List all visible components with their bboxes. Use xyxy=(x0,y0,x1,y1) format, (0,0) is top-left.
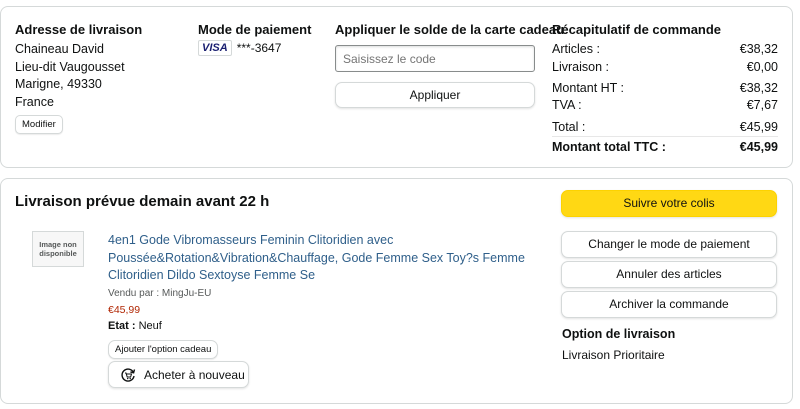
recap-label: Livraison : xyxy=(552,60,609,74)
seller-label: Vendu par : MingJu-EU xyxy=(108,288,212,299)
recap-label: TVA : xyxy=(552,98,582,112)
image-unavailable-label: Image non disponible xyxy=(39,240,77,258)
buy-again-label: Acheter à nouveau xyxy=(144,367,245,382)
recap-row-vat: TVA : €7,67 xyxy=(552,98,778,112)
recap-row-articles: Articles : €38,32 xyxy=(552,42,778,56)
shipping-address-section: Adresse de livraison Chaineau David Lieu… xyxy=(15,22,142,134)
cancel-items-button[interactable]: Annuler des articles xyxy=(561,261,777,288)
product-price: €45,99 xyxy=(108,304,141,316)
recap-value: €38,32 xyxy=(739,42,778,56)
product-image-placeholder[interactable]: Image non disponible xyxy=(32,231,84,267)
archive-order-button[interactable]: Archiver la commande xyxy=(561,291,777,318)
gift-card-code-input[interactable] xyxy=(335,45,535,72)
address-line: Chaineau David xyxy=(15,42,104,56)
recap-value: €7,67 xyxy=(746,98,778,112)
payment-method-section: Mode de paiement VISA ***-3647 xyxy=(198,22,311,56)
recap-row-delivery: Livraison : €0,00 xyxy=(552,60,778,74)
recap-row-grand-total: Montant total TTC : €45,99 xyxy=(552,140,778,154)
visa-card-icon: VISA xyxy=(198,40,232,56)
recap-value: €38,32 xyxy=(739,81,778,95)
product-title-link[interactable]: 4en1 Gode Vibromasseurs Feminin Clitorid… xyxy=(108,232,528,285)
recap-label: Total : xyxy=(552,120,586,134)
delivery-option-value: Livraison Prioritaire xyxy=(562,348,665,362)
recap-value: €0,00 xyxy=(746,60,778,74)
gift-card-heading: Appliquer le solde de la carte cadeau xyxy=(335,22,565,37)
order-recap-heading: Récapitulatif de commande xyxy=(552,22,722,37)
delivery-option-heading: Option de livraison xyxy=(562,327,676,341)
order-summary-card: Adresse de livraison Chaineau David Lieu… xyxy=(0,6,793,168)
buy-again-button[interactable]: Acheter à nouveau xyxy=(108,361,249,388)
track-package-button[interactable]: Suivre votre colis xyxy=(561,190,777,217)
address-line: Marigne, 49330 xyxy=(15,77,102,91)
buy-again-icon xyxy=(119,366,137,384)
recap-value: €45,99 xyxy=(739,120,778,134)
address-line: Lieu-dit Vaugousset xyxy=(15,59,125,74)
modify-address-button[interactable]: Modifier xyxy=(15,115,63,134)
item-condition: Etat : Neuf xyxy=(108,320,162,332)
recap-row-total: Total : €45,99 xyxy=(552,120,778,134)
recap-label: Montant HT : xyxy=(552,81,625,95)
payment-method-heading: Mode de paiement xyxy=(198,22,312,37)
shipment-card: Livraison prévue demain avant 22 h Image… xyxy=(0,178,793,404)
card-number-mask: ***-3647 xyxy=(236,41,282,55)
shipping-address-lines: Chaineau David Lieu-dit Vaugousset Marig… xyxy=(15,41,142,111)
address-line: France xyxy=(15,94,54,109)
add-gift-option-button[interactable]: Ajouter l'option cadeau xyxy=(108,340,219,359)
gift-card-section: Appliquer le solde de la carte cadeau xyxy=(335,22,565,37)
recap-row-subtotal-ht: Montant HT : €38,32 xyxy=(552,81,778,95)
shipping-address-heading: Adresse de livraison xyxy=(15,22,143,37)
change-payment-button[interactable]: Changer le mode de paiement xyxy=(561,231,777,258)
condition-value: Neuf xyxy=(138,320,162,332)
grand-total-value: €45,99 xyxy=(739,140,778,154)
apply-gift-card-button[interactable]: Appliquer xyxy=(335,82,535,108)
recap-divider xyxy=(552,136,778,137)
grand-total-label: Montant total TTC : xyxy=(552,140,666,154)
condition-label: Etat : xyxy=(108,320,136,332)
delivery-estimate-heading: Livraison prévue demain avant 22 h xyxy=(15,193,270,210)
recap-label: Articles : xyxy=(552,42,600,56)
